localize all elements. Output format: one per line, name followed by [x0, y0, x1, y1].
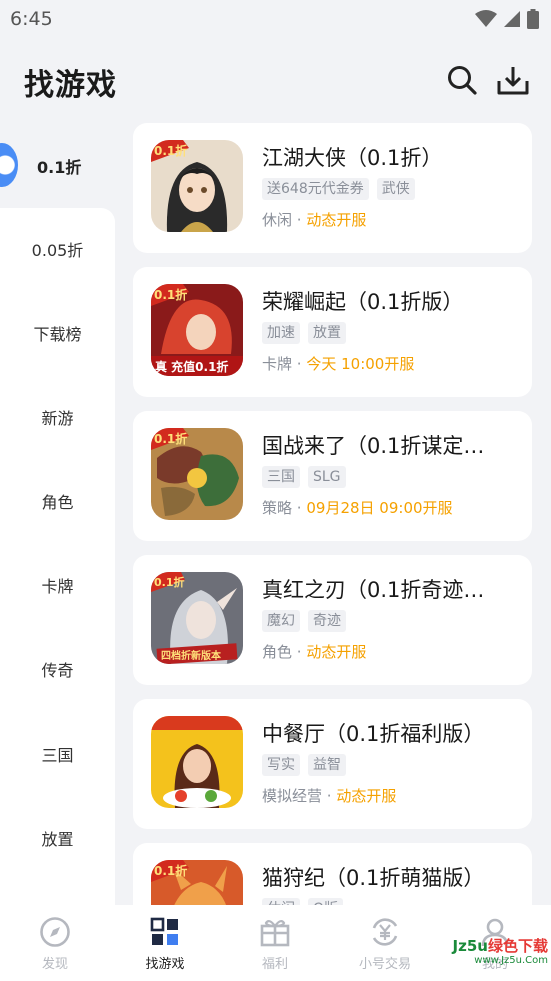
icon-badge: 0.1折	[154, 575, 185, 589]
game-title: 江湖大侠（0.1折）	[262, 146, 443, 170]
icon-badge: 0.1折	[154, 287, 187, 302]
sidebar-item-idle[interactable]: 放置	[0, 818, 115, 858]
icon-badge: 0.1折	[154, 143, 187, 158]
meta-separator: ·	[296, 355, 302, 373]
game-card[interactable]: 中餐厅（0.1折福利版） 写实 益智 模拟经营 · 动态开服	[133, 699, 532, 829]
meta-separator: ·	[326, 787, 332, 805]
game-category: 模拟经营	[262, 787, 323, 805]
game-category: 休闲	[262, 211, 293, 229]
game-tag: 益智	[308, 754, 346, 776]
sidebar-item-card[interactable]: 卡牌	[0, 565, 115, 605]
download-icon[interactable]	[497, 65, 529, 99]
active-indicator-icon	[0, 143, 18, 187]
watermark-logo: Jz5u绿色下载 www.Jz5u.Com	[444, 938, 548, 974]
nav-tab-find-games[interactable]: 找游戏	[110, 905, 220, 981]
game-icon: 0.1折	[151, 140, 243, 232]
game-meta: 角色 · 动态开服	[262, 641, 366, 662]
game-title: 荣耀崛起（0.1折版）	[262, 290, 464, 314]
game-icon: 0.1折 四档折新版本	[151, 572, 243, 664]
battery-icon	[527, 9, 539, 29]
game-tag: 加速	[262, 322, 300, 344]
game-tags: 送648元代金券 武侠	[262, 178, 415, 200]
watermark-main: Jz5u绿色下载	[453, 938, 548, 955]
sidebar-active-label: 0.1折	[37, 158, 82, 177]
nav-tab-discover[interactable]: 发现	[0, 905, 110, 981]
game-icon: 0.1折 真 充值0.1折	[151, 284, 243, 376]
sidebar-item-role[interactable]: 角色	[0, 481, 115, 521]
game-tag: 放置	[308, 322, 346, 344]
header-actions	[447, 65, 529, 99]
meta-separator: ·	[296, 499, 302, 517]
sidebar-item-three-kingdoms[interactable]: 三国	[0, 734, 115, 774]
game-meta: 卡牌 · 今天 10:00开服	[262, 353, 414, 374]
server-open-status: 09月28日 09:00开服	[306, 499, 453, 517]
game-card[interactable]: 0.1折 真 充值0.1折 荣耀崛起（0.1折版） 加速 放置 卡牌 · 今天 …	[133, 267, 532, 397]
status-icons	[475, 9, 539, 29]
nav-label: 福利	[261, 957, 288, 972]
nav-tab-account-trade[interactable]: 小号交易	[330, 905, 440, 981]
server-open-status: 今天 10:00开服	[306, 355, 415, 373]
wifi-icon	[475, 10, 497, 28]
game-tags: 写实 益智	[262, 754, 346, 776]
compass-icon	[39, 916, 71, 948]
page-title: 找游戏	[24, 68, 117, 103]
game-meta: 策略 · 09月28日 09:00开服	[262, 497, 453, 518]
icon-badge: 0.1折	[154, 863, 187, 878]
game-tags: 三国 SLG	[262, 466, 346, 488]
nav-label: 找游戏	[145, 957, 185, 972]
watermark-main-a: Jz5u	[452, 937, 488, 955]
server-open-status: 动态开服	[306, 211, 367, 229]
game-tag: 魔幻	[262, 610, 300, 632]
exchange-icon	[369, 916, 401, 948]
sidebar-item-new[interactable]: 新游	[0, 397, 115, 437]
server-open-status: 动态开服	[306, 643, 367, 661]
search-icon[interactable]	[447, 65, 477, 99]
game-category: 角色	[262, 643, 293, 661]
game-card[interactable]: 0.1折 四档折新版本 真红之刃（0.1折奇迹… 魔幻 奇迹 角色 · 动态开服	[133, 555, 532, 685]
meta-separator: ·	[296, 643, 302, 661]
sidebar-item-0.05[interactable]: 0.05折	[0, 229, 115, 269]
game-tag: 送648元代金券	[262, 178, 369, 200]
sidebar-item-download-rank[interactable]: 下载榜	[0, 313, 115, 353]
gift-icon	[259, 916, 291, 948]
game-tag: 写实	[262, 754, 300, 776]
server-open-status: 动态开服	[336, 787, 397, 805]
game-title: 猫狩纪（0.1折萌猫版）	[262, 866, 485, 890]
game-tag: SLG	[308, 466, 346, 488]
game-icon: 0.1折	[151, 428, 243, 520]
game-meta: 休闲 · 动态开服	[262, 209, 366, 230]
game-category: 策略	[262, 499, 293, 517]
nav-tab-welfare[interactable]: 福利	[220, 905, 330, 981]
icon-banner: 四档折新版本	[161, 649, 222, 662]
game-card[interactable]: 0.1折 国战来了（0.1折谋定… 三国 SLG 策略 · 09月28日 09:…	[133, 411, 532, 541]
game-card[interactable]: 0.1折 江湖大侠（0.1折） 送648元代金券 武侠 休闲 · 动态开服	[133, 123, 532, 253]
game-tags: 加速 放置	[262, 322, 346, 344]
icon-badge: 0.1折	[154, 431, 187, 446]
game-meta: 模拟经营 · 动态开服	[262, 785, 396, 806]
game-title: 国战来了（0.1折谋定…	[262, 434, 485, 458]
nav-label: 小号交易	[358, 957, 411, 972]
sidebar-item-active[interactable]: 0.1折	[0, 130, 115, 208]
game-category: 卡牌	[262, 355, 293, 373]
sidebar-item-legend[interactable]: 传奇	[0, 649, 115, 689]
game-tag: 奇迹	[308, 610, 346, 632]
icon-banner: 真 充值0.1折	[155, 359, 228, 374]
game-title: 真红之刃（0.1折奇迹…	[262, 578, 485, 602]
grid-icon	[149, 916, 181, 948]
game-title: 中餐厅（0.1折福利版）	[262, 722, 485, 746]
page-header: 找游戏	[0, 52, 551, 112]
game-tags: 魔幻 奇迹	[262, 610, 346, 632]
signal-icon	[503, 10, 521, 28]
status-bar: 6:45	[0, 0, 551, 38]
watermark-main-b: 绿色下载	[487, 937, 548, 955]
watermark-sub: www.Jz5u.Com	[474, 954, 548, 966]
game-icon	[151, 716, 243, 808]
sidebar: 0.05折 下载榜 新游 角色 卡牌 传奇 三国 放置	[0, 208, 115, 908]
meta-separator: ·	[296, 211, 302, 229]
game-tag: 三国	[262, 466, 300, 488]
nav-label: 发现	[41, 957, 68, 972]
game-tag: 武侠	[376, 178, 415, 200]
status-time: 6:45	[10, 8, 53, 30]
